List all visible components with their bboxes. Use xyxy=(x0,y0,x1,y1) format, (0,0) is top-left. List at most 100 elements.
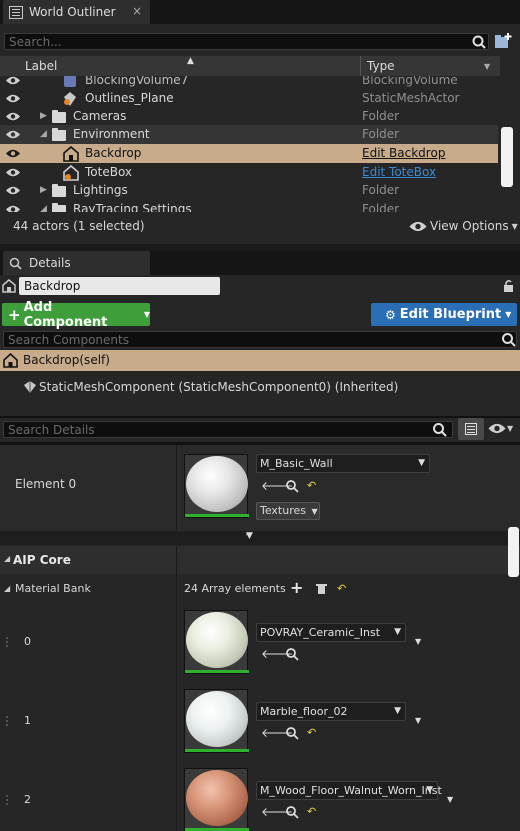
reset-to-default-icon[interactable]: ↶ xyxy=(307,726,316,739)
close-icon[interactable]: × xyxy=(132,4,142,18)
view-options-label: View Options xyxy=(430,219,509,233)
column-header-type[interactable]: Type xyxy=(367,59,395,73)
material-sphere xyxy=(186,456,248,512)
material-name: M_Wood_Floor_Walnut_Worn_Inst xyxy=(260,784,442,797)
material-thumbnail[interactable] xyxy=(184,454,249,518)
list-icon-lines xyxy=(467,426,475,427)
browse-search-icon[interactable] xyxy=(285,805,299,819)
add-folder-icon[interactable] xyxy=(494,32,514,50)
folder-icon xyxy=(52,110,66,123)
outliner-row[interactable]: BlockingVolume7 BlockingVolume xyxy=(0,76,498,90)
outliner-row[interactable]: ◢ RayTracing Settings Folder xyxy=(0,200,498,212)
tab-world-outliner[interactable]: World Outliner × xyxy=(3,0,150,24)
search-icon[interactable] xyxy=(471,34,487,50)
drag-handle-icon[interactable] xyxy=(6,716,10,726)
column-divider xyxy=(176,445,177,531)
expand-down-icon: ▼ ‾ xyxy=(246,531,253,544)
edit-blueprint-link[interactable]: Edit ToteBox xyxy=(362,163,436,182)
expand-arrow-icon[interactable]: ▶ xyxy=(40,107,47,126)
material-thumbnail[interactable] xyxy=(184,610,249,674)
row-label: ToteBox xyxy=(85,165,133,179)
add-component-button[interactable]: + Add Component ▼ xyxy=(2,300,150,330)
category-title: AIP Core xyxy=(13,553,71,567)
outliner-row[interactable]: ToteBox Edit ToteBox xyxy=(0,163,498,182)
row-label: Cameras xyxy=(73,109,127,123)
outliner-row[interactable]: ◢ Environment Folder xyxy=(0,125,498,144)
material-thumbnail[interactable] xyxy=(184,768,249,831)
add-component-label: Add Component xyxy=(23,299,108,330)
visibility-eye-icon[interactable] xyxy=(6,149,20,158)
outliner-row[interactable]: ▶ Cameras Folder xyxy=(0,107,498,126)
collapse-arrow-icon[interactable]: ◢ xyxy=(40,200,47,212)
material-sphere xyxy=(186,691,248,747)
actor-name-input[interactable]: Backdrop xyxy=(19,277,220,295)
outliner-tabbar: World Outliner × xyxy=(0,0,520,24)
outliner-row[interactable]: ▶ Lightings Folder xyxy=(0,181,498,200)
search-icon[interactable] xyxy=(501,332,517,348)
visibility-eye-icon[interactable] xyxy=(6,130,20,139)
view-options-button[interactable]: ▼ xyxy=(488,423,513,434)
visibility-eye-icon[interactable] xyxy=(6,168,20,177)
visibility-eye-icon[interactable] xyxy=(6,205,20,212)
outliner-search-input[interactable] xyxy=(4,33,489,50)
trash-icon[interactable] xyxy=(316,583,327,595)
textures-dropdown[interactable]: Textures ▼ xyxy=(256,502,320,520)
static-mesh-actor-icon xyxy=(64,92,76,106)
material-thumbnail[interactable] xyxy=(184,689,249,753)
visibility-eye-icon[interactable] xyxy=(6,186,20,195)
list-icon xyxy=(465,423,477,435)
browse-search-icon[interactable] xyxy=(285,479,299,493)
element-options-icon[interactable]: ▼ xyxy=(447,795,453,804)
drag-handle-icon[interactable] xyxy=(6,637,10,647)
outliner-row[interactable]: Outlines_Plane StaticMeshActor xyxy=(0,89,498,108)
tab-details[interactable]: Details xyxy=(3,251,150,275)
search-details-field[interactable] xyxy=(8,422,452,437)
outliner-scrollbar[interactable] xyxy=(501,127,513,187)
element-options-icon[interactable]: ▼ xyxy=(415,637,421,646)
folder-open-icon xyxy=(52,128,66,141)
search-icon[interactable] xyxy=(432,422,448,438)
collapse-arrow-icon[interactable]: ◢ xyxy=(4,584,10,593)
edit-blueprint-link[interactable]: Edit Backdrop xyxy=(362,144,445,163)
reset-to-default-icon[interactable]: ↶ xyxy=(337,582,346,595)
browse-search-icon[interactable] xyxy=(285,647,299,661)
details-scrollbar[interactable] xyxy=(508,527,519,577)
drag-handle-icon[interactable] xyxy=(6,795,10,805)
visibility-eye-icon[interactable] xyxy=(6,112,20,121)
edit-blueprint-button[interactable]: ⚙ Edit Blueprint ▼ xyxy=(371,303,517,326)
divider xyxy=(0,416,520,418)
property-matrix-button[interactable] xyxy=(458,418,484,440)
material-combo[interactable]: M_Wood_Floor_Walnut_Worn_Inst ▼ xyxy=(256,781,442,800)
outliner-search-field[interactable] xyxy=(9,34,488,49)
material-combo[interactable]: POVRAY_Ceramic_Inst ▼ xyxy=(256,623,406,642)
blueprint-actor-icon xyxy=(2,279,16,293)
search-components-input[interactable] xyxy=(3,331,517,348)
column-header-label[interactable]: Label xyxy=(25,59,57,73)
row-type: Folder xyxy=(362,109,400,123)
magnifier-tab-icon xyxy=(9,257,22,270)
visibility-eye-icon[interactable] xyxy=(6,76,20,85)
add-element-icon[interactable]: + xyxy=(290,578,303,597)
sort-ascending-icon: ▲ xyxy=(187,56,194,66)
visibility-eye-icon[interactable] xyxy=(6,94,20,103)
column-options-icon[interactable]: ▼ xyxy=(484,62,490,71)
category-header[interactable]: ◢ AIP Core xyxy=(0,546,520,574)
expand-arrow-icon[interactable]: ▶ xyxy=(40,181,47,200)
reset-to-default-icon[interactable]: ↶ xyxy=(307,479,316,492)
element-options-icon[interactable]: ▼ xyxy=(415,716,421,725)
collapse-arrow-icon[interactable]: ◢ xyxy=(40,125,47,144)
material-combo[interactable]: M_Basic_Wall ▼ xyxy=(256,454,430,473)
view-options-button[interactable]: View Options ▼ xyxy=(409,219,518,233)
component-row-self[interactable]: Backdrop(self) xyxy=(0,350,520,371)
reset-to-default-icon[interactable]: ↶ xyxy=(307,805,316,818)
component-row[interactable]: StaticMeshComponent (StaticMeshComponent… xyxy=(0,377,520,397)
textures-label: Textures xyxy=(260,504,306,517)
material-combo[interactable]: Marble_floor_02 ▼ xyxy=(256,702,406,721)
lock-icon[interactable] xyxy=(502,279,516,293)
browse-search-icon[interactable] xyxy=(285,726,299,740)
search-details-input[interactable] xyxy=(3,421,453,438)
blueprint-actor-icon xyxy=(63,146,79,162)
outliner-row-selected[interactable]: Backdrop Edit Backdrop xyxy=(0,144,498,163)
search-components-field[interactable] xyxy=(8,332,516,347)
expand-strip[interactable]: ▼ ‾ xyxy=(0,531,520,545)
